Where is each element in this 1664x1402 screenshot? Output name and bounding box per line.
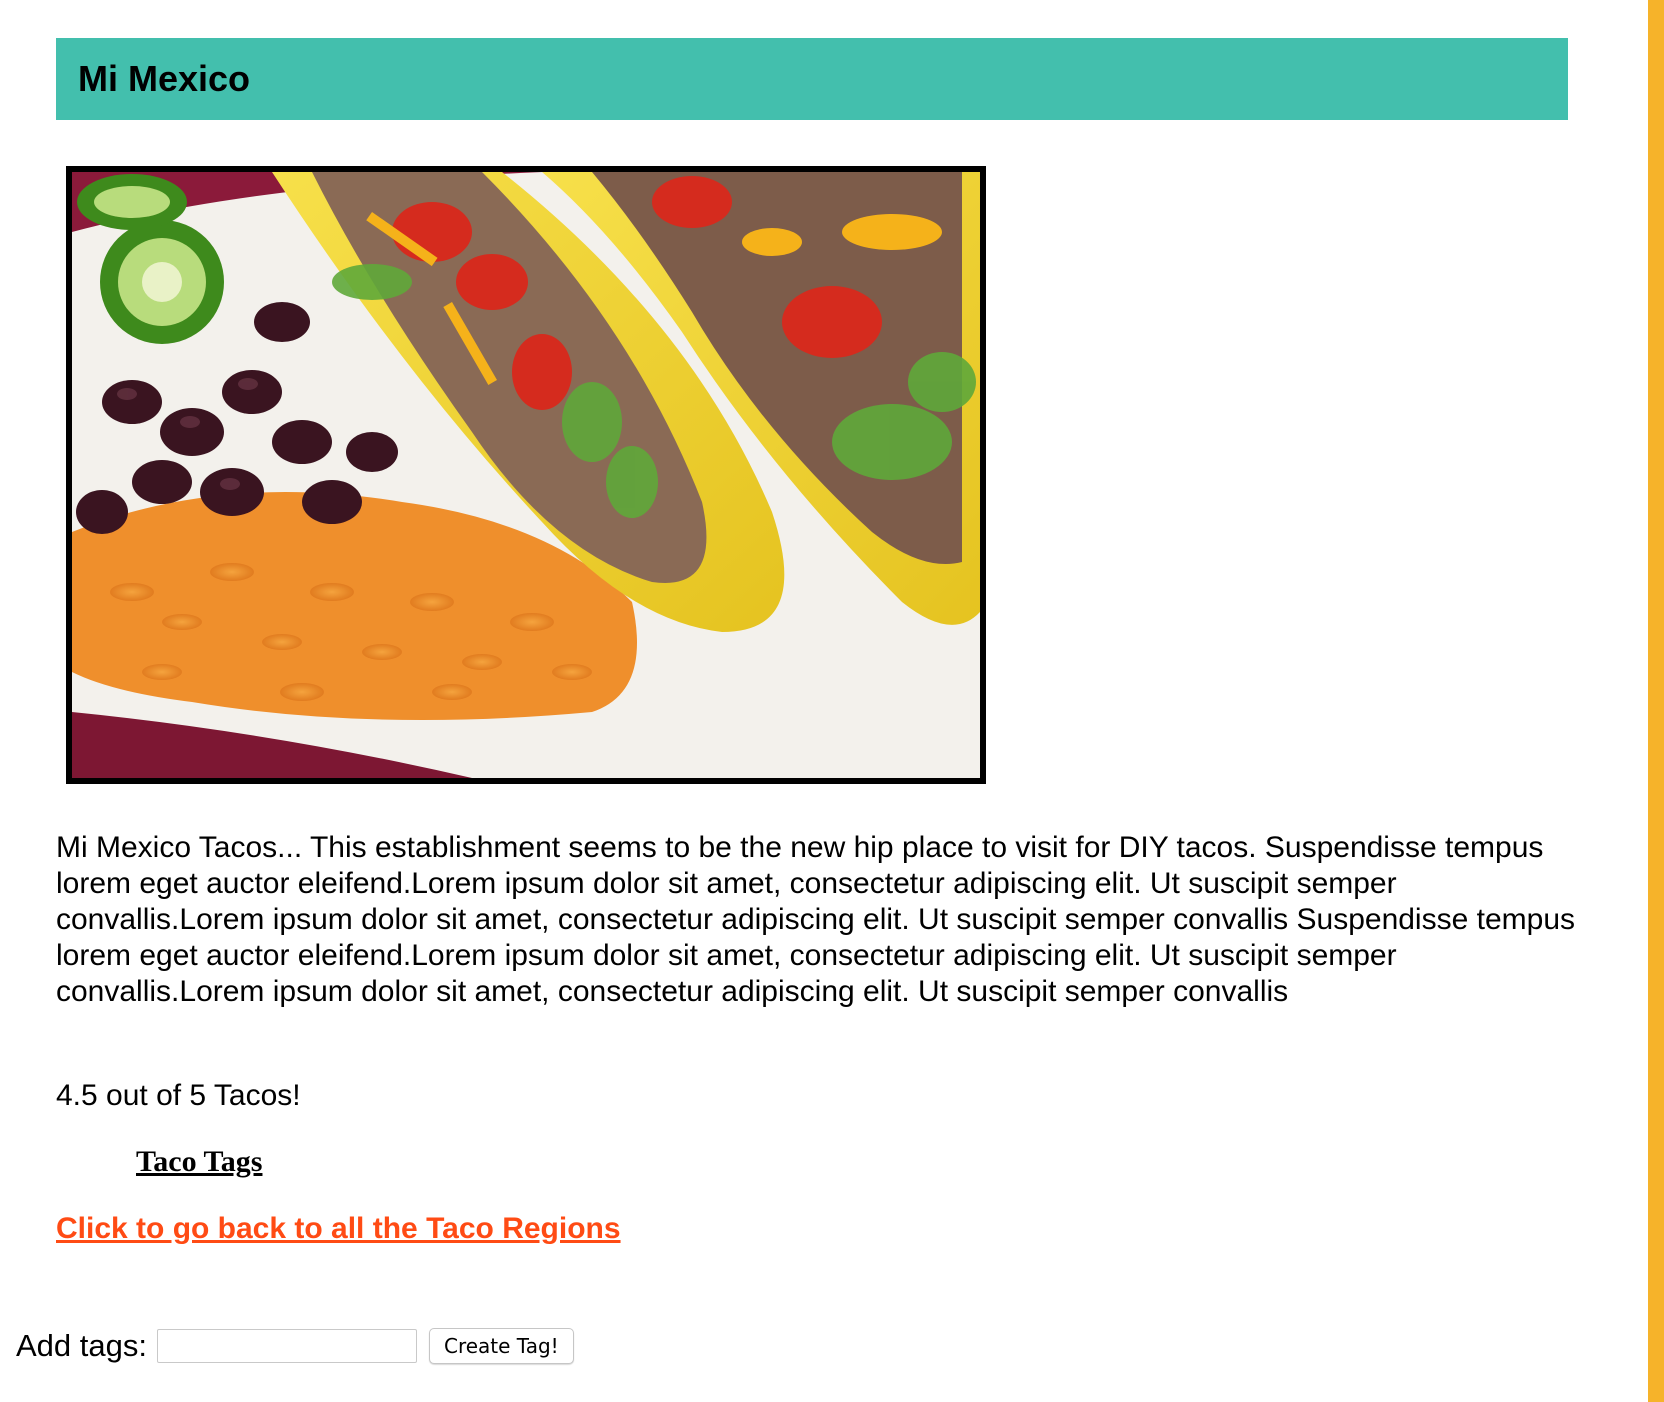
right-accent-bar [1648, 0, 1664, 1402]
description-text: Mi Mexico Tacos... This establishment se… [56, 831, 1575, 1008]
add-tags-form: Add tags: Create Tag! [16, 1328, 574, 1364]
add-tags-label: Add tags: [16, 1328, 147, 1363]
rating-text: 4.5 out of 5 Tacos! [56, 1079, 301, 1112]
create-tag-button[interactable]: Create Tag! [428, 1328, 574, 1364]
page-title: Mi Mexico [78, 58, 251, 99]
header-bar: Mi Mexico [56, 38, 1568, 120]
taco-photo-image [72, 172, 980, 778]
taco-tags-heading: Taco Tags [136, 1145, 263, 1178]
taco-photo [66, 166, 986, 784]
back-to-regions-link[interactable]: Click to go back to all the Taco Regions [56, 1212, 621, 1246]
tag-input[interactable] [156, 1329, 417, 1363]
page: Mi Mexico Mi Mexico Tacos... This establ… [0, 0, 1664, 1402]
